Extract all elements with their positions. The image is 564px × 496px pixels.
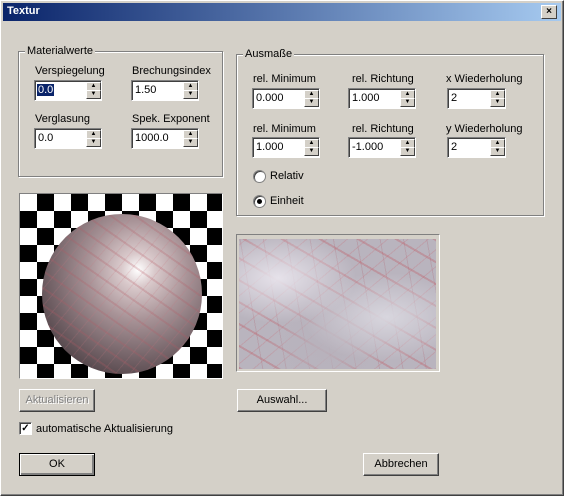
row1-rep-label: x Wiederholung [446, 73, 523, 85]
radio-selected-dot [257, 199, 262, 204]
material-group-label: Materialwerte [25, 45, 96, 57]
texture-preview [236, 234, 440, 372]
row2-rep-label: y Wiederholung [446, 123, 523, 135]
relativ-radio[interactable] [253, 170, 266, 183]
row1-rep-spinner[interactable]: 2 ▲ ▼ [447, 88, 506, 109]
row2-dir-label: rel. Richtung [352, 123, 414, 135]
auto-update-checkbox[interactable]: ✓ [19, 422, 32, 435]
spin-down-icon[interactable]: ▼ [304, 98, 319, 107]
row2-dir-spinner[interactable]: -1.000 ▲ ▼ [348, 137, 416, 158]
spin-down-icon[interactable]: ▼ [400, 98, 415, 107]
einheit-radio[interactable] [253, 195, 266, 208]
verspiegelung-label: Verspiegelung [35, 65, 105, 77]
row2-min-label: rel. Minimum [253, 123, 316, 135]
row2-dir-value[interactable]: -1.000 [352, 141, 383, 153]
ausmasse-group-label: Ausmaße [243, 48, 295, 60]
row2-min-spinner[interactable]: 1.000 ▲ ▼ [252, 137, 320, 158]
aktualisieren-button[interactable]: Aktualisieren [19, 389, 95, 412]
texture-dialog: Textur × Materialwerte Verspiegelung 0.0… [0, 0, 564, 496]
einheit-label[interactable]: Einheit [270, 195, 304, 207]
brechungsindex-value[interactable]: 1.50 [135, 84, 156, 96]
brechungsindex-spinner[interactable]: 1.50 ▲ ▼ [131, 80, 199, 101]
auto-update-label[interactable]: automatische Aktualisierung [36, 423, 173, 435]
spin-down-icon[interactable]: ▼ [183, 90, 198, 99]
row1-min-value[interactable]: 0.000 [256, 92, 284, 104]
spek-exponent-value[interactable]: 1000.0 [135, 132, 169, 144]
spin-down-icon[interactable]: ▼ [183, 138, 198, 147]
cancel-button[interactable]: Abbrechen [363, 453, 439, 476]
row2-rep-spinner[interactable]: 2 ▲ ▼ [447, 137, 506, 158]
verspiegelung-value[interactable]: 0.0 [37, 84, 55, 96]
row1-min-label: rel. Minimum [253, 73, 316, 85]
ok-button[interactable]: OK [19, 453, 95, 476]
spin-down-icon[interactable]: ▼ [86, 138, 101, 147]
spin-down-icon[interactable]: ▼ [490, 147, 505, 156]
auswahl-button[interactable]: Auswahl... [237, 389, 327, 412]
close-button[interactable]: × [541, 5, 557, 19]
brechungsindex-label: Brechungsindex [132, 65, 211, 77]
marble-sphere-veins [42, 214, 202, 374]
spin-down-icon[interactable]: ▼ [490, 98, 505, 107]
verglasung-spinner[interactable]: 0.0 ▲ ▼ [34, 128, 102, 149]
title-bar[interactable]: Textur × [3, 3, 561, 21]
verglasung-value[interactable]: 0.0 [38, 132, 53, 144]
row1-min-spinner[interactable]: 0.000 ▲ ▼ [252, 88, 320, 109]
sphere-preview [19, 193, 223, 379]
spin-down-icon[interactable]: ▼ [304, 147, 319, 156]
row2-min-value[interactable]: 1.000 [256, 141, 284, 153]
row1-dir-label: rel. Richtung [352, 73, 414, 85]
spek-exponent-label: Spek. Exponent [132, 113, 210, 125]
row1-rep-value[interactable]: 2 [451, 92, 457, 104]
row2-rep-value[interactable]: 2 [451, 141, 457, 153]
spin-down-icon[interactable]: ▼ [400, 147, 415, 156]
marble-texture-image [239, 239, 436, 369]
relativ-label[interactable]: Relativ [270, 170, 304, 182]
verglasung-label: Verglasung [35, 113, 91, 125]
row1-dir-value[interactable]: 1.000 [352, 92, 380, 104]
verspiegelung-spinner[interactable]: 0.0 ▲ ▼ [34, 80, 102, 101]
window-title: Textur [7, 5, 40, 17]
spin-down-icon[interactable]: ▼ [86, 90, 101, 99]
spek-exponent-spinner[interactable]: 1000.0 ▲ ▼ [131, 128, 199, 149]
row1-dir-spinner[interactable]: 1.000 ▲ ▼ [348, 88, 416, 109]
